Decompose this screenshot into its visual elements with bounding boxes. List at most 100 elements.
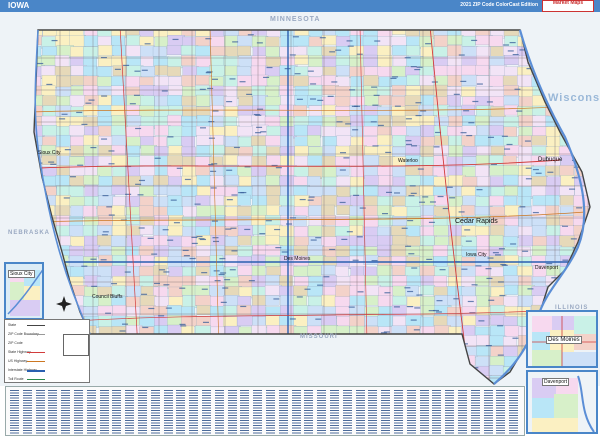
zip-area — [503, 265, 518, 276]
zip-area — [349, 66, 366, 79]
zip-area — [475, 64, 490, 76]
zip-area — [476, 345, 491, 356]
zip-area — [405, 115, 421, 128]
zip-area — [111, 85, 125, 96]
zip-area — [112, 305, 127, 317]
zip-area — [111, 95, 128, 106]
zip-area — [42, 95, 59, 107]
zip-area — [321, 265, 336, 275]
zip-area — [322, 165, 338, 178]
zip-area — [504, 284, 518, 295]
zip-area — [448, 115, 463, 127]
zip-area — [82, 205, 97, 218]
zip-area — [531, 225, 547, 238]
zip-area — [168, 236, 183, 248]
zip-area — [293, 105, 307, 118]
zip-area — [83, 104, 98, 116]
zip-area — [68, 125, 85, 136]
zip-area — [265, 36, 280, 47]
zip-area — [167, 66, 181, 77]
zip-area — [447, 35, 464, 45]
zip-area — [378, 275, 395, 287]
inset-sioux-city[interactable]: Sioux City — [4, 262, 44, 320]
zip-area — [181, 115, 197, 128]
zip-area — [462, 146, 479, 157]
zip-area — [195, 165, 211, 176]
zip-area — [476, 295, 490, 308]
index-column — [291, 390, 301, 434]
state-label-nebraska: NEBRASKA — [8, 230, 51, 236]
zip-code-areas[interactable] — [27, 25, 600, 386]
index-column — [138, 390, 147, 434]
inset-davenport[interactable]: Davenport — [526, 370, 598, 434]
zip-area — [504, 145, 522, 158]
state-label-wisconsin: Wisconsin — [548, 92, 600, 104]
map-title: IOWA — [8, 1, 30, 10]
index-column — [266, 390, 275, 434]
index-column — [35, 390, 45, 434]
zip-area — [111, 145, 126, 156]
zip-area — [265, 175, 280, 187]
zip-area — [167, 225, 184, 236]
index-column — [163, 390, 173, 434]
zip-area — [377, 196, 395, 207]
zip-area — [406, 206, 423, 217]
index-column — [304, 390, 314, 434]
zip-area — [307, 286, 323, 297]
zip-area — [83, 144, 98, 157]
zip-area — [433, 206, 449, 218]
zip-area — [447, 186, 464, 198]
zip-area — [181, 55, 196, 66]
zip-area — [224, 174, 239, 186]
zip-area — [560, 175, 577, 187]
zip-area — [504, 185, 519, 196]
zip-area — [335, 235, 351, 248]
zip-area — [82, 225, 99, 238]
zip-area — [181, 216, 198, 229]
zip-area — [265, 185, 281, 197]
zip-area — [475, 265, 491, 278]
iowa-zip-map[interactable] — [0, 12, 600, 386]
index-column — [227, 390, 237, 434]
index-column — [342, 390, 352, 434]
zip-area — [209, 144, 225, 156]
zip-area — [181, 136, 195, 149]
zip-area — [140, 95, 155, 107]
zip-area — [181, 175, 198, 187]
zip-area — [294, 145, 309, 157]
zip-area — [279, 225, 294, 237]
zip-area — [475, 356, 492, 368]
zip-area — [55, 116, 71, 129]
zip-area — [532, 195, 548, 206]
zip-area — [195, 216, 212, 228]
zip-area — [265, 56, 282, 68]
zip-area — [391, 186, 406, 196]
inset-des-moines[interactable]: Des Moines — [526, 310, 598, 368]
map-legend: State ZIP Code Boundary ZIP Code State H… — [4, 319, 90, 383]
zip-area — [140, 45, 155, 58]
zip-area — [124, 76, 142, 89]
zip-area — [504, 225, 520, 238]
zip-area — [167, 276, 184, 289]
zip-area — [320, 75, 337, 86]
zip-area — [140, 295, 157, 307]
zip-area — [419, 66, 435, 77]
index-column — [48, 390, 58, 434]
zip-area — [504, 104, 519, 116]
zip-area — [84, 185, 99, 197]
zip-area — [112, 65, 129, 76]
zip-area — [194, 285, 211, 297]
zip-area — [139, 205, 154, 218]
index-column — [74, 390, 83, 434]
zip-area — [97, 305, 114, 317]
zip-area — [294, 136, 308, 147]
zip-area — [182, 156, 198, 167]
index-column — [86, 390, 96, 434]
zip-area — [531, 205, 547, 218]
inset-des-moines-label: Des Moines — [546, 336, 582, 344]
state-label-missouri: MISSOURI — [300, 334, 338, 340]
zip-area — [420, 235, 435, 246]
zip-area — [433, 46, 449, 59]
zip-area — [321, 204, 335, 216]
zip-area — [153, 225, 169, 236]
